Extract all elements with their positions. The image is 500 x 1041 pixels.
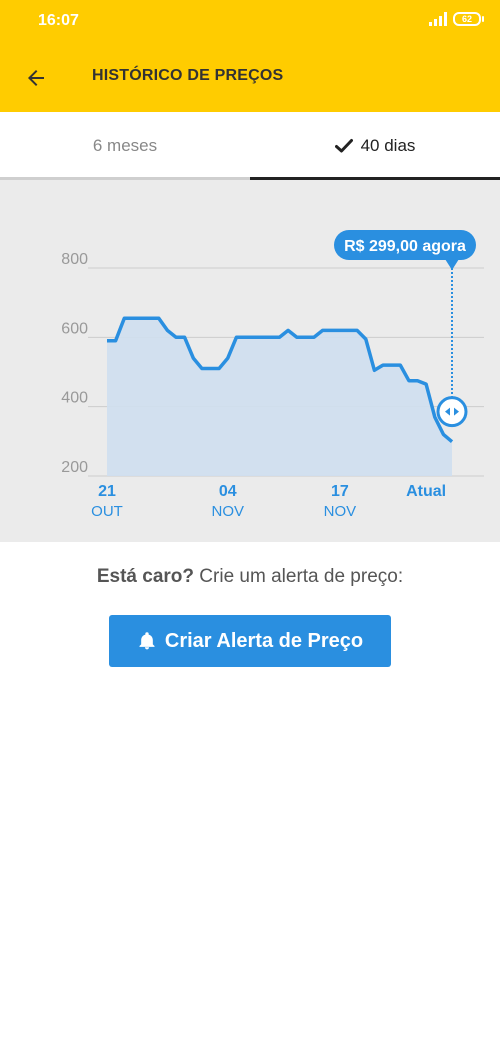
price-chart: 800 600 400 200 21 OUT 04 NOV 17 NOV Atual R$ 299,… <box>0 180 500 542</box>
y-tick-label: 200 <box>61 459 88 476</box>
status-icons: 62 <box>429 12 484 26</box>
x-tick-month: NOV <box>211 503 244 520</box>
status-time: 16:07 <box>38 12 79 29</box>
create-alert-label: Criar Alerta de Preço <box>164 629 364 652</box>
y-tick-label: 400 <box>61 390 88 407</box>
price-chart-svg: 800 600 400 200 21 OUT 04 NOV 17 NOV Atual R$ 299,… <box>61 230 484 520</box>
tab-6-meses-label: 6 meses <box>92 136 158 155</box>
y-tick-label: 600 <box>61 320 88 337</box>
price-area <box>107 318 452 476</box>
battery-icon: 62 <box>453 12 484 26</box>
create-alert-button[interactable]: Criar Alerta de Preço <box>109 615 391 667</box>
alert-prompt: Está caro? Crie um alerta de preço: <box>0 566 500 588</box>
x-tick-day: 17 <box>331 483 349 500</box>
tab-40-dias-label: 40 dias <box>360 136 416 155</box>
x-tick-day: 21 <box>98 483 116 500</box>
arrow-left-icon <box>28 70 44 86</box>
alert-text: Crie um alerta de preço: <box>199 566 404 587</box>
drag-handle[interactable] <box>436 396 468 428</box>
page-title: HISTÓRICO DE PREÇOS <box>92 67 284 84</box>
check-icon <box>334 138 353 154</box>
battery-level: 62 <box>453 12 481 26</box>
tab-40-dias[interactable]: 40 dias <box>250 112 500 180</box>
signal-icon <box>429 12 447 26</box>
y-tick-label: 800 <box>61 251 88 268</box>
x-tick-day: Atual <box>406 483 446 500</box>
x-tick-day: 04 <box>219 483 237 500</box>
app-header: 16:07 62 HISTÓRICO DE PREÇOS <box>0 0 500 112</box>
bell-icon <box>137 631 157 651</box>
x-tick-month: NOV <box>324 503 357 520</box>
drag-handle-circle <box>436 396 468 428</box>
current-price-label: R$ 299,00 agora <box>344 238 466 255</box>
alert-question: Está caro? <box>96 566 195 587</box>
tab-6-meses[interactable]: 6 meses <box>0 112 250 180</box>
back-button[interactable] <box>18 60 54 96</box>
period-tabs: 6 meses 40 dias <box>0 112 500 180</box>
x-tick-month: OUT <box>91 503 123 520</box>
